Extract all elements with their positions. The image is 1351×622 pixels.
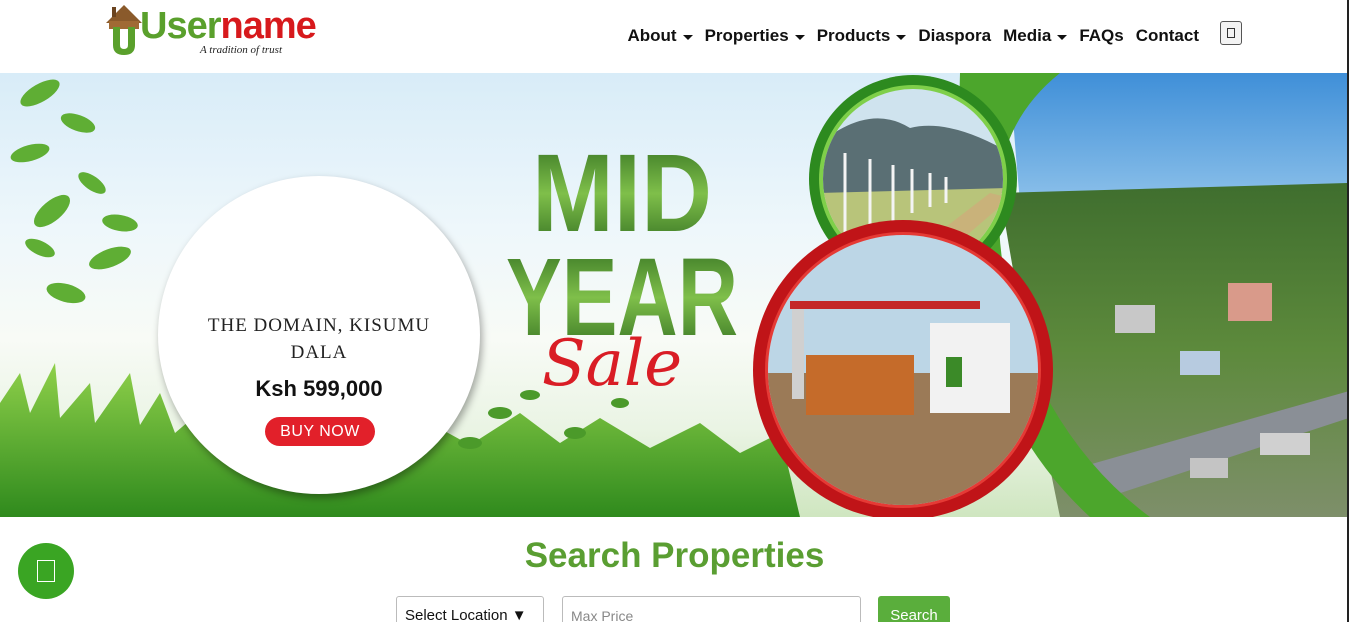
featured-property-title-line1: THE DOMAIN, KISUMU <box>207 315 431 336</box>
hero-banner: MID YEAR Sale THE DOMAIN, KISUMU DALA Ks… <box>0 73 1347 517</box>
nav-label: About <box>627 26 677 45</box>
chat-icon <box>37 560 55 582</box>
nav-item-products[interactable]: Products <box>817 26 907 46</box>
logo-wordmark-part2: name <box>220 5 317 47</box>
logo-wordmark-part1: User <box>140 5 221 47</box>
caret-down-icon <box>1057 34 1068 40</box>
caret-down-icon <box>682 34 693 40</box>
house-logo-icon <box>106 5 142 55</box>
featured-property-price: Ksh 599,000 <box>255 376 383 401</box>
logo-wordmark: Username <box>140 5 317 47</box>
nav-item-diaspora[interactable]: Diaspora <box>918 26 991 46</box>
nav-label: Contact <box>1135 26 1199 45</box>
nav-item-properties[interactable]: Properties <box>705 26 805 46</box>
main-nav: About Properties Products Diaspora Media… <box>628 26 1200 46</box>
nav-item-contact[interactable]: Contact <box>1136 26 1199 46</box>
location-select[interactable]: Select Location ▼ <box>396 596 544 622</box>
featured-property-card: THE DOMAIN, KISUMU DALA Ksh 599,000 BUY … <box>158 176 480 494</box>
page: Username A tradition of trust About Prop… <box>0 0 1349 622</box>
nav-item-faqs[interactable]: FAQs <box>1079 26 1123 46</box>
site-header: Username A tradition of trust About Prop… <box>0 0 1347 73</box>
menu-icon <box>1227 28 1235 38</box>
nav-label: Diaspora <box>918 26 992 45</box>
buy-now-button[interactable]: BUY NOW <box>265 417 375 446</box>
nav-label: Media <box>1003 26 1052 45</box>
caret-down-icon <box>794 34 805 40</box>
nav-label: Properties <box>704 26 789 45</box>
logo-tagline: A tradition of trust <box>200 44 283 56</box>
nav-label: Products <box>816 26 891 45</box>
chat-button[interactable] <box>18 543 74 599</box>
menu-toggle-button[interactable] <box>1220 21 1242 45</box>
nav-item-media[interactable]: Media <box>1003 26 1068 46</box>
featured-property-title: THE DOMAIN, KISUMU DALA <box>158 312 480 366</box>
search-button[interactable]: Search <box>878 596 950 622</box>
banner-sale-text: Sale <box>542 327 682 401</box>
max-price-input[interactable]: Max Price <box>562 596 861 622</box>
nav-item-about[interactable]: About <box>628 26 693 46</box>
nav-label: FAQs <box>1079 26 1124 45</box>
search-section-title: Search Properties <box>524 536 825 575</box>
site-logo[interactable]: Username A tradition of trust <box>104 3 317 58</box>
caret-down-icon <box>896 34 907 40</box>
featured-property-title-line2: DALA <box>290 342 348 363</box>
